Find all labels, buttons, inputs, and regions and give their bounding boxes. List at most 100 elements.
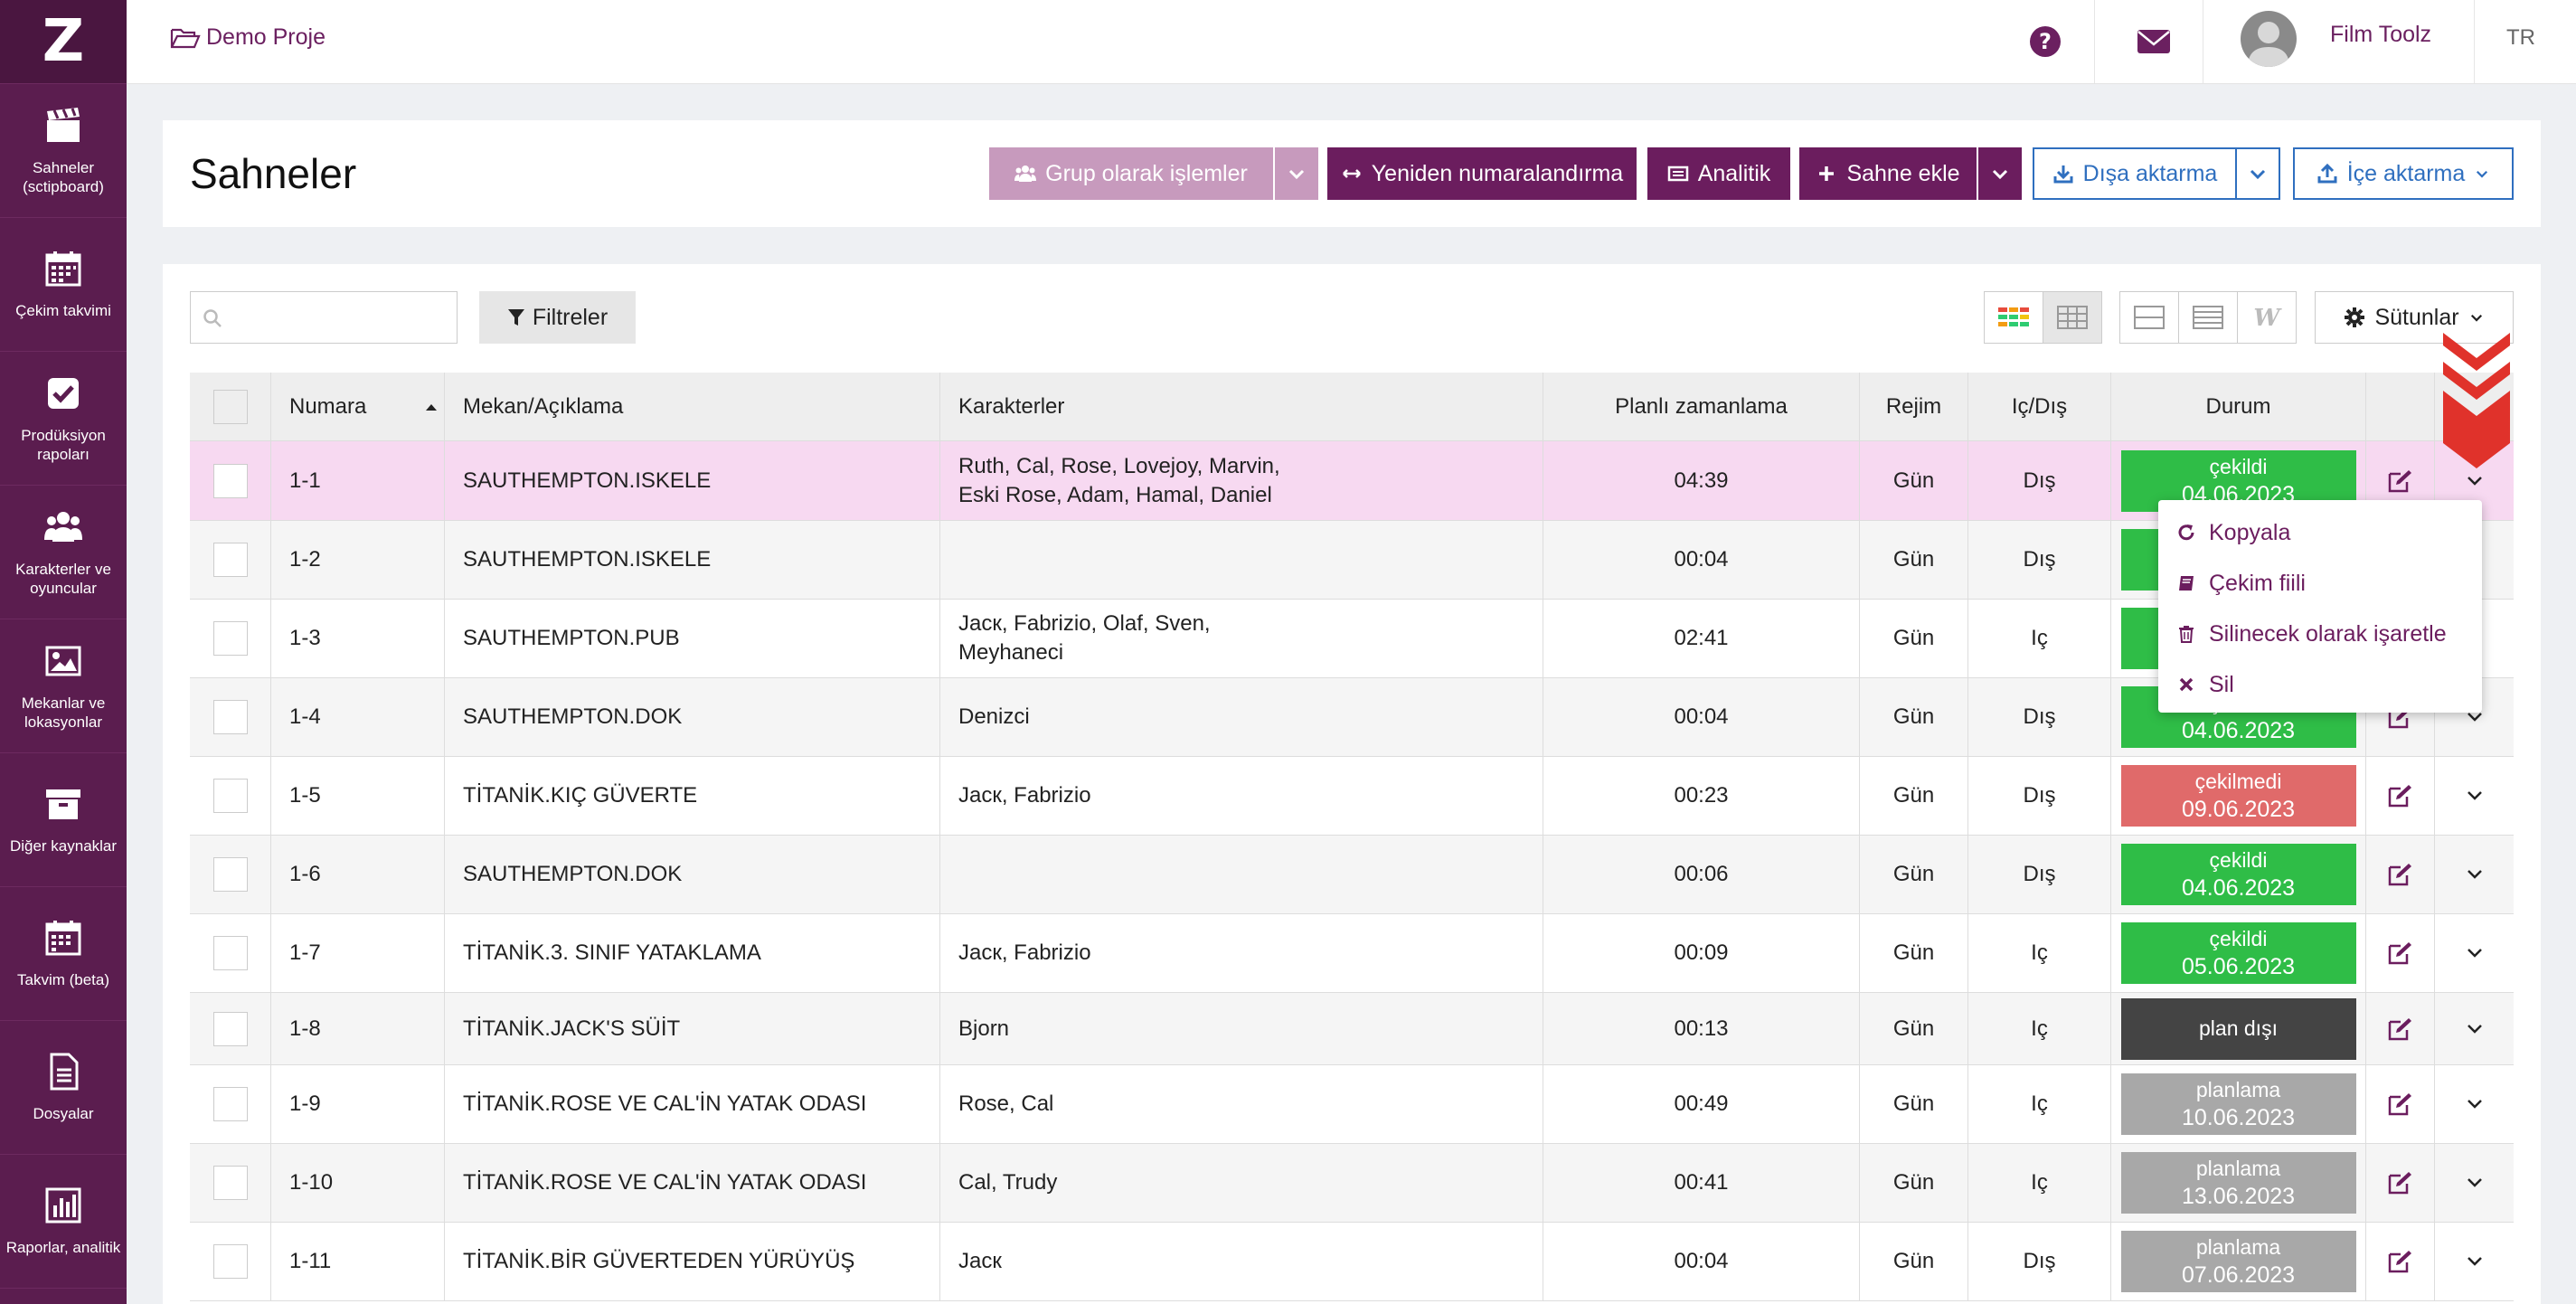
- chevron-down-icon[interactable]: [2466, 1254, 2484, 1269]
- search-input[interactable]: [232, 299, 453, 337]
- edit-icon[interactable]: [2387, 1016, 2414, 1042]
- table-row[interactable]: 1-7 TİTANİK.3. SINIF YATAKLAMA Jacк, Fabri…: [190, 914, 2514, 993]
- column-header-characters[interactable]: Karakterler: [940, 373, 1543, 440]
- scroll-down-arrows-icon[interactable]: [2441, 333, 2512, 470]
- edit-icon[interactable]: [2387, 1170, 2414, 1195]
- status-badge[interactable]: çekilmedi 09.06.2023: [2120, 765, 2356, 827]
- export-button[interactable]: Dışa aktarma: [2033, 147, 2237, 200]
- row-checkbox[interactable]: [212, 779, 248, 813]
- select-all-cell: [190, 373, 271, 440]
- sidebar-item-locations[interactable]: Mekanlar ve lokasyonlar: [0, 619, 127, 753]
- sidebar-item-scenes[interactable]: Sahneler (sctipboard): [0, 84, 127, 218]
- scene-time: 00:49: [1543, 1065, 1860, 1143]
- scene-time: 02:41: [1543, 600, 1860, 677]
- chevron-down-icon[interactable]: [2466, 789, 2484, 803]
- view-table-button[interactable]: [2043, 291, 2102, 344]
- help-icon[interactable]: ?: [2022, 18, 2069, 65]
- chevron-down-icon[interactable]: [2466, 1176, 2484, 1190]
- row-checkbox[interactable]: [212, 1166, 248, 1200]
- sidebar-item-files[interactable]: Dosyalar: [0, 1021, 127, 1155]
- row-checkbox[interactable]: [212, 1087, 248, 1121]
- status-badge[interactable]: çekildi 05.06.2023: [2120, 922, 2356, 984]
- import-button[interactable]: İçe aktarma: [2293, 147, 2514, 200]
- project-link[interactable]: Demo Proje: [170, 24, 326, 51]
- edit-icon[interactable]: [2387, 468, 2414, 494]
- analytics-button[interactable]: Analitik: [1647, 147, 1790, 200]
- edit-icon[interactable]: [2387, 862, 2414, 887]
- view-compact-rows-button[interactable]: [2178, 291, 2238, 344]
- column-header-label: Durum: [2205, 393, 2271, 419]
- chevron-down-icon[interactable]: [2466, 474, 2484, 488]
- row-checkbox[interactable]: [212, 700, 248, 734]
- status-badge[interactable]: planlama 10.06.2023: [2120, 1073, 2356, 1135]
- row-checkbox[interactable]: [212, 463, 248, 498]
- column-header-time[interactable]: Planlı zamanlama: [1543, 373, 1860, 440]
- sidebar-item-label: Takvim (beta): [16, 971, 110, 988]
- chevron-down-icon[interactable]: [2466, 867, 2484, 882]
- chevron-down-icon[interactable]: [2466, 946, 2484, 960]
- column-header-status[interactable]: Durum: [2111, 373, 2366, 440]
- row-checkbox[interactable]: [212, 857, 248, 892]
- status-badge[interactable]: planlama 13.06.2023: [2120, 1152, 2356, 1214]
- row-checkbox[interactable]: [212, 543, 248, 577]
- sidebar-item-reports[interactable]: Prodüksiyon rapoları: [0, 352, 127, 486]
- row-actions-menu: Kopyala Çekim fiili Silinecek olarak işa…: [2158, 500, 2482, 713]
- row-checkbox[interactable]: [212, 1011, 248, 1046]
- sidebar-item-schedule[interactable]: Çekim takvimi: [0, 218, 127, 352]
- table-row[interactable]: 1-6 SAUTHEMPTON.DOK 00:06 Gün Dış çekildi 04.0…: [190, 836, 2514, 914]
- scene-location: SAUTHEMPTON.PUB: [445, 600, 940, 677]
- column-header-location[interactable]: Mekan/Açıklama: [445, 373, 940, 440]
- edit-icon[interactable]: [2387, 783, 2414, 808]
- search-box[interactable]: [190, 291, 458, 344]
- group-operations-dropdown[interactable]: [1275, 147, 1318, 200]
- view-color-grid-button[interactable]: [1984, 291, 2043, 344]
- column-header-regime[interactable]: Rejim: [1860, 373, 1968, 440]
- chevron-down-icon[interactable]: [2466, 1022, 2484, 1036]
- view-word-button[interactable]: W: [2237, 291, 2297, 344]
- status-text: planlama: [2195, 1235, 2281, 1259]
- table-row[interactable]: 1-5 TİTANİK.KIÇ GÜVERTE Jacк, Fabrizio 00:2…: [190, 757, 2514, 836]
- sidebar-item-resources[interactable]: Diğer kaynaklar: [0, 753, 127, 887]
- scene-status-cell: planlama 13.06.2023: [2111, 1144, 2366, 1222]
- row-checkbox[interactable]: [212, 1244, 248, 1279]
- edit-cell: [2366, 993, 2435, 1064]
- renumber-button[interactable]: Yeniden numaralandırma: [1327, 147, 1637, 200]
- select-all-checkbox[interactable]: [212, 389, 248, 424]
- row-checkbox[interactable]: [212, 936, 248, 970]
- chevron-down-icon[interactable]: [2466, 1097, 2484, 1111]
- user-name[interactable]: Film Toolz: [2330, 22, 2431, 48]
- menu-item-delete[interactable]: Sil: [2158, 659, 2482, 710]
- row-checkbox[interactable]: [212, 621, 248, 656]
- edit-icon[interactable]: [2387, 1091, 2414, 1117]
- scene-characters-text: Denizci: [958, 704, 1030, 729]
- add-scene-button[interactable]: Sahne ekle: [1799, 147, 1977, 200]
- status-badge[interactable]: plan dışı: [2120, 997, 2356, 1060]
- table-row[interactable]: 1-8 TİTANİK.JACK'S SÜİT Bjorn 00:13 Gün Iç pla…: [190, 993, 2514, 1065]
- status-badge[interactable]: planlama 07.06.2023: [2120, 1231, 2356, 1292]
- edit-icon[interactable]: [2387, 940, 2414, 966]
- add-scene-dropdown[interactable]: [1978, 147, 2022, 200]
- language-switch[interactable]: TR: [2506, 25, 2535, 51]
- export-dropdown[interactable]: [2235, 147, 2280, 200]
- column-header-number[interactable]: Numara: [271, 373, 445, 440]
- avatar[interactable]: [2241, 11, 2297, 67]
- view-wide-rows-button[interactable]: [2119, 291, 2179, 344]
- calendar-icon: [45, 251, 81, 287]
- scene-characters: Jacк, Fabrizio: [940, 914, 1543, 992]
- sidebar-item-characters[interactable]: Karakterler ve oyuncular: [0, 486, 127, 619]
- menu-item-copy[interactable]: Kopyala: [2158, 507, 2482, 558]
- table-row[interactable]: 1-10 TİTANİK.ROSE VE CAL'İN YATAK ODASI Ca…: [190, 1144, 2514, 1223]
- menu-item-actual-shot[interactable]: Çekim fiili: [2158, 558, 2482, 609]
- table-row[interactable]: 1-11 TİTANİK.BİR GÜVERTEDEN YÜRÜYÜŞ Jacк 00…: [190, 1223, 2514, 1301]
- group-operations-button[interactable]: Grup olarak işlemler: [989, 147, 1273, 200]
- filters-button[interactable]: Filtreler: [479, 291, 636, 344]
- edit-icon[interactable]: [2387, 1249, 2414, 1274]
- sidebar-item-analytics[interactable]: Raporlar, analitik: [0, 1155, 127, 1289]
- status-badge[interactable]: çekildi 04.06.2023: [2120, 844, 2356, 905]
- mail-icon[interactable]: [2130, 20, 2177, 63]
- app-logo[interactable]: Z: [0, 0, 127, 84]
- table-row[interactable]: 1-9 TİTANİK.ROSE VE CAL'İN YATAK ODASI Ros…: [190, 1065, 2514, 1144]
- column-header-int-ext[interactable]: Iç/Dış: [1968, 373, 2111, 440]
- sidebar-item-calendar-beta[interactable]: Takvim (beta): [0, 887, 127, 1021]
- menu-item-mark-delete[interactable]: Silinecek olarak işaretle: [2158, 609, 2482, 659]
